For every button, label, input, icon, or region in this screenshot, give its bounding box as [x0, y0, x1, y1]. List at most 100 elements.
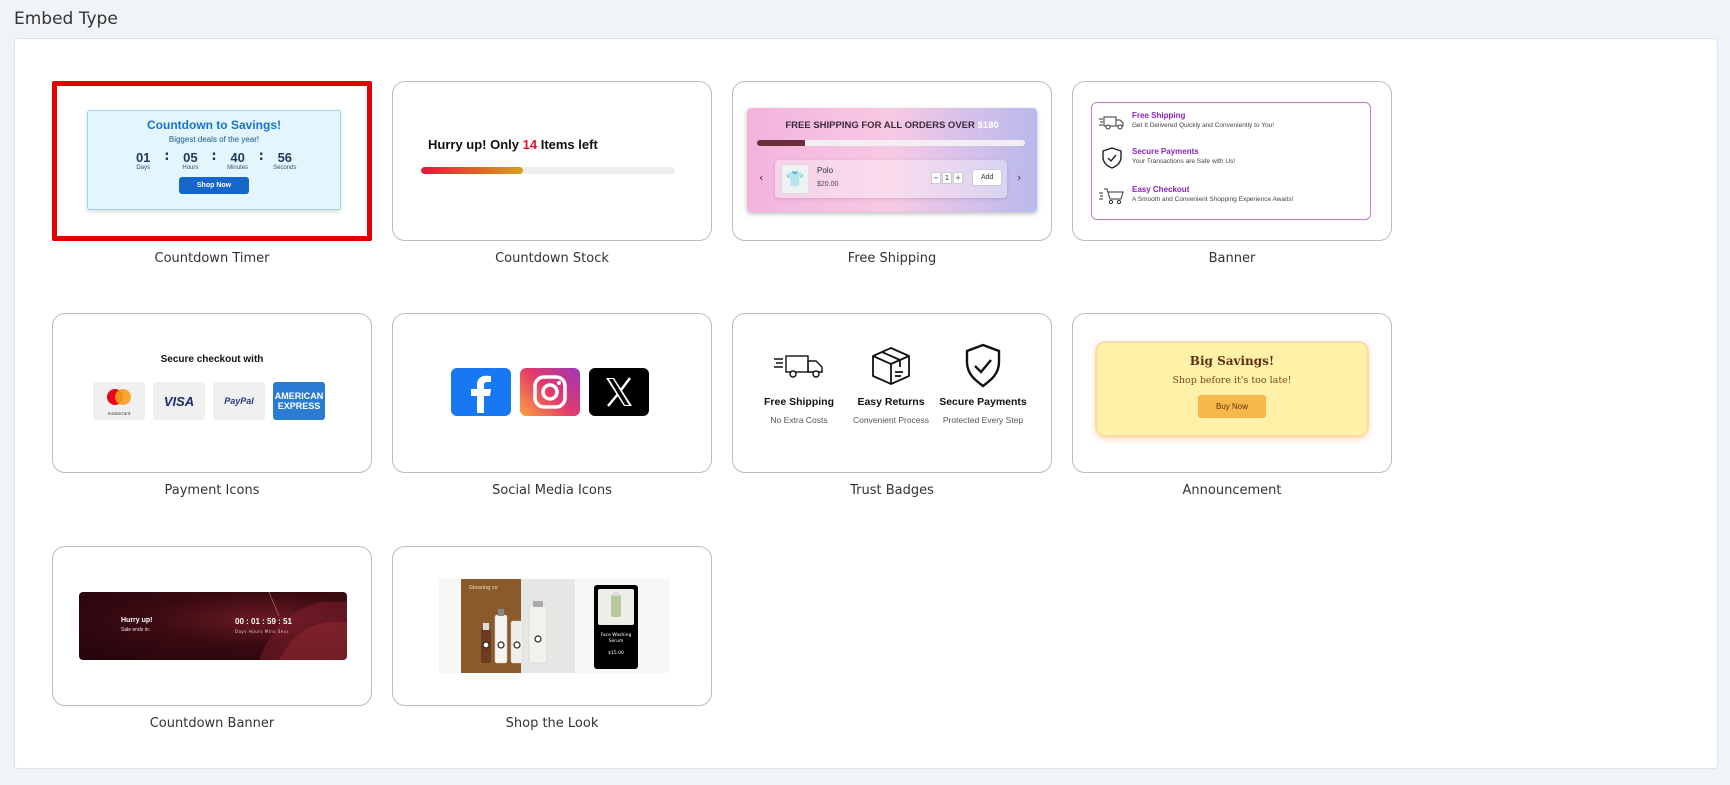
countdown-banner-subtitle: Sale ends in: — [121, 627, 150, 633]
tile-label[interactable]: Countdown Timer — [52, 251, 372, 266]
mastercard-label: mastercard — [107, 410, 131, 416]
product-price: $20.00 — [817, 181, 839, 188]
product-brand: Glossing co — [469, 585, 498, 591]
quantity-stepper: − 1 + — [931, 172, 963, 184]
paypal-icon: PayPal — [213, 382, 265, 420]
x-icon — [589, 368, 649, 416]
trust-badge-heading: Secure Payments — [939, 396, 1027, 408]
product-overlay-price: $15.00 — [608, 651, 624, 656]
banner-card[interactable]: Free Shipping Get It Delivered Quickly an… — [1072, 81, 1392, 241]
colon: : — [164, 149, 170, 164]
truck-icon — [1099, 116, 1124, 130]
shipping-progress-bar — [757, 140, 1025, 146]
buy-now-button: Buy Now — [1197, 395, 1266, 418]
trust-badge: Secure Payments Protected Every Step — [939, 342, 1027, 425]
tile-announcement[interactable]: Big Savings! Shop before it's too late! … — [1072, 313, 1392, 498]
stock-progress-bar — [421, 167, 675, 174]
tile-countdown-banner[interactable]: Hurry up! Sale ends in: 00 : 01 : 59 : 5… — [52, 546, 372, 731]
visa-icon: VISA — [153, 382, 205, 420]
trust-badge-desc: Convenient Process — [852, 415, 930, 425]
shield-check-icon — [965, 343, 1001, 388]
trust-badges-card[interactable]: Free Shipping No Extra Costs Easy Return… — [732, 313, 1052, 473]
tile-label[interactable]: Shop the Look — [392, 716, 712, 731]
tile-label[interactable]: Announcement — [1072, 483, 1392, 498]
days-label: Days — [136, 165, 151, 171]
free-shipping-amount: $180 — [977, 120, 999, 131]
tile-label[interactable]: Social Media Icons — [392, 483, 712, 498]
countdown-stock-card[interactable]: Hurry up! Only 14 Items left — [392, 81, 712, 241]
tile-label[interactable]: Free Shipping — [732, 251, 1052, 266]
decorative-background — [259, 592, 347, 660]
tile-countdown-stock[interactable]: Hurry up! Only 14 Items left Countdown S… — [392, 81, 712, 266]
tile-label[interactable]: Banner — [1072, 251, 1392, 266]
shipping-progress-fill — [757, 140, 806, 146]
chevron-right-icon: › — [1017, 171, 1022, 184]
tile-banner[interactable]: Free Shipping Get It Delivered Quickly an… — [1072, 81, 1392, 266]
countdown-banner-units: Days Hours Mins Secs — [235, 629, 289, 634]
countdown-banner-time: 00 : 01 : 59 : 51 — [235, 617, 292, 626]
stock-text-before: Hurry up! Only — [428, 137, 523, 152]
stock-text-after: Items left — [537, 137, 598, 152]
free-shipping-card[interactable]: FREE SHIPPING FOR ALL ORDERS OVER $180 ‹… — [732, 81, 1052, 241]
minus-icon: − — [931, 172, 941, 184]
preview-subtitle: Biggest deals of the year! — [168, 135, 260, 144]
tile-social-media-icons[interactable]: Social Media Icons — [392, 313, 712, 498]
announcement-card[interactable]: Big Savings! Shop before it's too late! … — [1072, 313, 1392, 473]
trust-badge-desc: Protected Every Step — [942, 415, 1024, 425]
quantity-value: 1 — [942, 172, 952, 184]
trust-badge: Free Shipping No Extra Costs — [755, 342, 843, 425]
banner-item-desc: A Smooth and Convenient Shopping Experie… — [1132, 196, 1294, 203]
product-overlay-text: Face Washing Serum — [600, 633, 632, 644]
tile-label[interactable]: Countdown Stock — [392, 251, 712, 266]
amex-line1: AMERICAN — [274, 391, 324, 401]
trust-badge-heading: Easy Returns — [857, 396, 925, 408]
tile-label[interactable]: Payment Icons — [52, 483, 372, 498]
seconds-label: Seconds — [273, 165, 297, 171]
countdown-banner-title: Hurry up! — [121, 617, 153, 624]
countdown-banner-preview: Hurry up! Sale ends in: 00 : 01 : 59 : 5… — [79, 592, 347, 660]
payment-icons-card[interactable]: Secure checkout with mastercard VISA Pay… — [52, 313, 372, 473]
cart-icon — [1099, 188, 1124, 205]
minutes-label: Minutes — [227, 165, 249, 171]
tile-label[interactable]: Trust Badges — [732, 483, 1052, 498]
countdown-banner-card[interactable]: Hurry up! Sale ends in: 00 : 01 : 59 : 5… — [52, 546, 372, 706]
hours-label: Hours — [182, 165, 199, 171]
tile-shop-the-look[interactable]: Glossing co Face Washing Serum $15.00 Sh… — [392, 546, 712, 731]
countdown-row: 01 Days : 05 Hours : 40 Minutes : 56 Seconds — [88, 149, 340, 171]
shop-the-look-card[interactable]: Glossing co Face Washing Serum $15.00 — [392, 546, 712, 706]
shop-now-button: Shop Now — [178, 177, 250, 194]
shirt-icon: 👕 — [781, 164, 809, 194]
tile-trust-badges[interactable]: Free Shipping No Extra Costs Easy Return… — [732, 313, 1052, 498]
social-icons-row — [451, 368, 649, 416]
colon: : — [258, 149, 264, 164]
seconds-value: 56 — [277, 150, 293, 165]
minutes-value: 40 — [230, 150, 245, 165]
add-button: Add — [972, 169, 1003, 186]
tile-payment-icons[interactable]: Secure checkout with mastercard VISA Pay… — [52, 313, 372, 498]
banner-item-heading: Secure Payments — [1132, 147, 1199, 156]
tile-free-shipping[interactable]: FREE SHIPPING FOR ALL ORDERS OVER $180 ‹… — [732, 81, 1052, 266]
free-shipping-title: FREE SHIPPING FOR ALL ORDERS OVER $180 — [747, 120, 1037, 131]
social-media-card[interactable] — [392, 313, 712, 473]
free-shipping-preview: FREE SHIPPING FOR ALL ORDERS OVER $180 ‹… — [747, 108, 1037, 212]
countdown-timer-card[interactable]: Countdown to Savings! Biggest deals of t… — [52, 81, 372, 241]
paypal-label: PayPal — [224, 396, 254, 406]
banner-item-heading: Easy Checkout — [1132, 185, 1190, 194]
section-title: Embed Type — [14, 9, 118, 29]
amex-icon: AMERICAN EXPRESS — [273, 382, 325, 420]
banner-item-heading: Free Shipping — [1132, 111, 1186, 120]
amex-line2: EXPRESS — [277, 401, 321, 411]
trust-badge-heading: Free Shipping — [763, 396, 834, 408]
visa-label: VISA — [163, 393, 195, 409]
truck-icon — [774, 355, 823, 378]
announcement-title: Big Savings! — [1189, 354, 1275, 368]
tile-countdown-timer[interactable]: Countdown to Savings! Biggest deals of t… — [52, 81, 372, 266]
product-bottles-icon — [481, 601, 548, 664]
product-photo: Glossing co — [461, 579, 575, 673]
stock-count: 14 — [522, 137, 538, 152]
trust-badges-row: Free Shipping No Extra Costs Easy Return… — [755, 342, 1027, 425]
banner-item-desc: Your Transactions are Safe with Us! — [1132, 158, 1236, 165]
tile-label[interactable]: Countdown Banner — [52, 716, 372, 731]
banner-item: Free Shipping Get It Delivered Quickly an… — [1098, 111, 1274, 133]
plus-icon: + — [953, 172, 963, 184]
